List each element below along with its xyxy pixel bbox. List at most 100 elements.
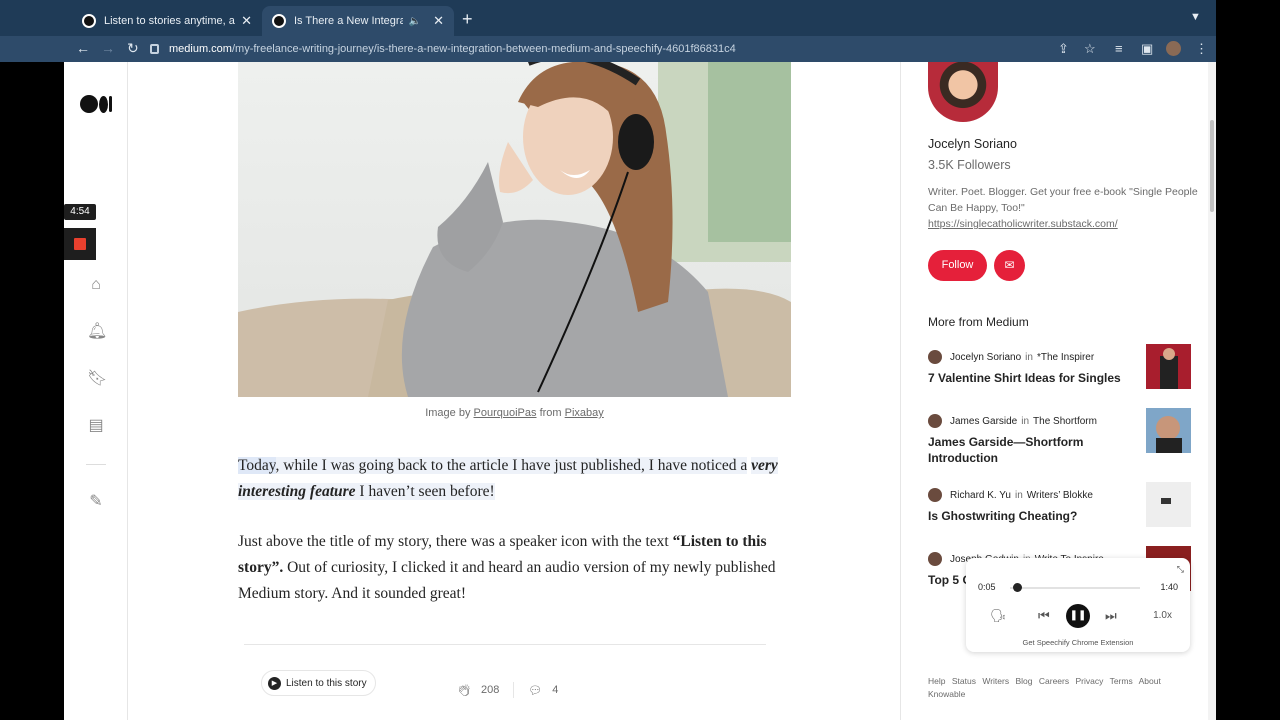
response-icon[interactable]: 💬︎: [528, 684, 542, 697]
back-icon[interactable]: ←: [76, 40, 90, 56]
avatar: [928, 488, 942, 502]
profile-avatar[interactable]: [1166, 41, 1181, 56]
stories-icon[interactable]: ▤: [87, 417, 105, 435]
article-paragraph-1: Today, while I was going back to the art…: [238, 453, 798, 505]
paragraph-text: Out of curiosity, I clicked it and heard…: [238, 559, 776, 602]
stop-recording-button[interactable]: [64, 228, 96, 260]
story-title: James Garside—Shortform Introduction: [928, 435, 1084, 465]
tab-title: Is There a New Integration: [294, 15, 403, 27]
footer-link[interactable]: About: [1139, 676, 1161, 686]
story-thumbnail: [1146, 408, 1191, 453]
avatar: [928, 414, 942, 428]
progress-track[interactable]: [1010, 587, 1140, 589]
author-avatar[interactable]: [928, 62, 998, 122]
story-author: Jocelyn Soriano: [950, 351, 1022, 363]
story-author: Richard K. Yu: [950, 489, 1011, 501]
get-extension-link[interactable]: Get Speechify Chrome Extension: [966, 638, 1190, 647]
paragraph-text: I haven’t seen before!: [355, 483, 495, 500]
footer-links: Help Status Writers Blog Careers Privacy…: [928, 675, 1188, 701]
author-link[interactable]: https://singlecatholicwriter.substack.co…: [928, 218, 1118, 230]
tab-title: Listen to stories anytime, anyw: [104, 15, 235, 27]
reload-icon[interactable]: ↻: [127, 40, 139, 57]
footer-link[interactable]: Terms: [1110, 676, 1133, 686]
caption-source-link[interactable]: Pixabay: [565, 407, 604, 419]
page-scrollbar[interactable]: [1208, 62, 1216, 720]
elapsed-time: 0:05: [978, 582, 996, 592]
write-icon[interactable]: ✎: [87, 493, 105, 511]
side-panel-icon[interactable]: ▣: [1141, 41, 1153, 57]
story-publication: *The Inspirer: [1036, 351, 1095, 363]
speechify-player: ⤡ 0:05 1:40 🗣︎ ⏮︎ ❚❚ ⏭︎ 1.0x Get Speechi…: [966, 558, 1190, 652]
duration-time: 1:40: [1160, 582, 1178, 592]
share-icon[interactable]: ⇪: [1058, 41, 1069, 57]
subscribe-email-icon[interactable]: ✉: [994, 250, 1025, 281]
notifications-bell-icon[interactable]: 🔔︎: [87, 323, 107, 341]
reading-list-icon[interactable]: ≡: [1115, 41, 1123, 56]
avatar: [928, 350, 942, 364]
footer-link[interactable]: Knowable: [928, 689, 965, 699]
forward-icon[interactable]: →: [101, 40, 115, 56]
browser-menu-icon[interactable]: ⋮: [1195, 41, 1208, 57]
footer-link[interactable]: Help: [928, 676, 945, 686]
footer-link[interactable]: Careers: [1039, 676, 1069, 686]
medium-logo-icon[interactable]: [80, 95, 112, 113]
url-domain: medium.com: [169, 43, 232, 55]
story-publication: The Shortform: [1033, 415, 1097, 427]
left-nav-rail: ⌂ 🔔︎ 🔖︎ ▤ ✎: [64, 62, 128, 720]
playback-speed[interactable]: 1.0x: [1153, 610, 1172, 621]
caption-credit-link[interactable]: PourquoiPas: [474, 407, 537, 419]
response-count: 4: [552, 684, 559, 696]
author-followers[interactable]: 3.5K Followers: [928, 158, 1011, 172]
close-tab-icon[interactable]: ✕: [433, 13, 444, 29]
recording-timer: 4:54: [64, 204, 96, 220]
story-title: 7 Valentine Shirt Ideas for Singles: [928, 371, 1121, 385]
tab-active-article[interactable]: Is There a New Integration 🔈 ✕: [262, 6, 454, 36]
clap-count: 208: [480, 684, 500, 696]
address-bar: ← → ↻ medium.com/my-freelance-writing-jo…: [0, 36, 1216, 62]
highlighted-word: Today: [238, 457, 276, 474]
story-thumbnail: [1146, 344, 1191, 389]
paragraph-text: , while I was going back to the article …: [275, 457, 748, 474]
new-tab-icon[interactable]: +: [462, 9, 473, 30]
skip-back-icon[interactable]: ⏮︎: [1038, 608, 1050, 624]
story-item[interactable]: Richard K. Yu in Writers’ Blokke Is Ghostw…: [928, 482, 1198, 538]
story-thumbnail: [1146, 482, 1191, 527]
bookmark-star-icon[interactable]: ☆: [1084, 41, 1096, 57]
stop-icon: [74, 238, 86, 250]
author-name[interactable]: Jocelyn Soriano: [928, 137, 1017, 151]
avatar: [928, 552, 942, 566]
clap-icon[interactable]: 👏︎: [457, 684, 471, 697]
bookmarks-icon[interactable]: 🔖︎: [87, 370, 107, 388]
chevron-down-icon[interactable]: ▼: [1190, 11, 1201, 23]
more-from-heading: More from Medium: [928, 315, 1029, 329]
voice-select-icon[interactable]: 🗣︎: [990, 608, 1007, 624]
article-hero-image: [238, 62, 791, 397]
footer-link[interactable]: Status: [952, 676, 976, 686]
caption-prefix: Image by: [425, 407, 474, 419]
home-icon[interactable]: ⌂: [87, 276, 105, 294]
follow-button[interactable]: Follow: [928, 250, 987, 281]
url-field[interactable]: medium.com/my-freelance-writing-journey/…: [150, 39, 1050, 59]
woman-with-headphones-photo: [238, 62, 791, 397]
engagement-bar: 👏︎ 208 💬︎ 4: [457, 676, 558, 704]
listen-to-story-button[interactable]: ▶ Listen to this story: [261, 670, 376, 696]
close-tab-icon[interactable]: ✕: [241, 13, 252, 29]
footer-link[interactable]: Privacy: [1075, 676, 1103, 686]
scrollbar-thumb[interactable]: [1210, 120, 1214, 212]
medium-page: ⌂ 🔔︎ 🔖︎ ▤ ✎ Image by PourquoiPas from Pi…: [64, 62, 1216, 720]
story-title: Is Ghostwriting Cheating?: [928, 509, 1078, 523]
footer-link[interactable]: Writers: [982, 676, 1009, 686]
pause-icon[interactable]: ❚❚: [1066, 604, 1090, 628]
progress-handle[interactable]: [1012, 583, 1022, 592]
speaker-icon[interactable]: 🔈: [409, 16, 421, 27]
story-publication: Writers’ Blokke: [1026, 489, 1093, 501]
story-item[interactable]: Jocelyn Soriano in *The Inspirer 7 Valenti…: [928, 344, 1198, 400]
tab-listen-stories[interactable]: Listen to stories anytime, anyw ✕: [72, 6, 262, 36]
url-path: /my-freelance-writing-journey/is-there-a…: [231, 43, 736, 55]
story-author: James Garside: [950, 415, 1018, 427]
story-item[interactable]: James Garside in The Shortform James Garsi…: [928, 408, 1198, 465]
collapse-icon[interactable]: ⤡: [1177, 564, 1184, 575]
skip-forward-icon[interactable]: ⏭︎: [1105, 608, 1117, 624]
lock-icon: [150, 44, 159, 54]
footer-link[interactable]: Blog: [1015, 676, 1032, 686]
